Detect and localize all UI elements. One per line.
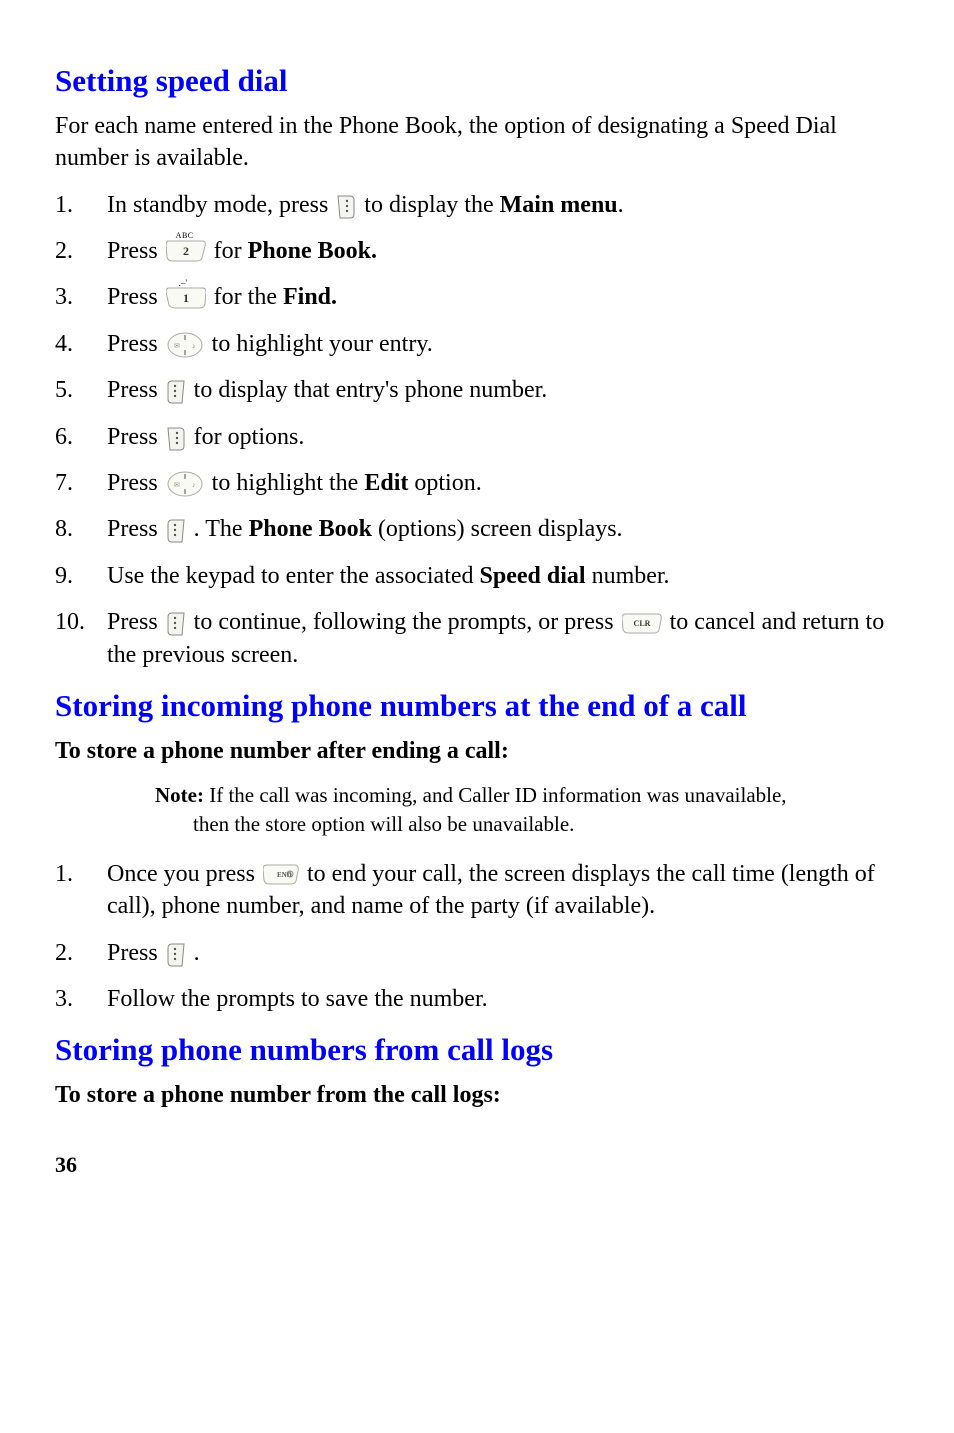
- step-text: to highlight the: [212, 470, 365, 496]
- section-heading: Storing incoming phone numbers at the en…: [55, 685, 904, 727]
- step-bold: Phone Book.: [248, 238, 377, 264]
- step-text: Press: [107, 424, 164, 450]
- list-item: 8. Press . The Phone Book (options) scre…: [55, 513, 904, 545]
- step-text: option.: [408, 470, 481, 496]
- note-label: Note:: [155, 783, 204, 807]
- step-number: 2.: [55, 235, 107, 267]
- step-text: to display the: [364, 192, 499, 218]
- step-text: to continue, following the prompts, or p…: [194, 609, 620, 635]
- step-number: 4.: [55, 328, 107, 360]
- step-text: Press: [107, 609, 164, 635]
- step-text: for options.: [194, 424, 305, 450]
- step-text: to display that entry's phone number.: [194, 377, 548, 403]
- step-number: 8.: [55, 513, 107, 545]
- list-item: 9. Use the keypad to enter the associate…: [55, 560, 904, 592]
- soft-key-right-icon: [166, 518, 186, 543]
- step-text: Use the keypad to enter the associated: [107, 563, 480, 589]
- list-item: 3. Press .–' for the Find.: [55, 281, 904, 313]
- end-key-icon: [263, 863, 299, 887]
- keypad-1-icon: .–': [166, 286, 206, 312]
- step-number: 1.: [55, 858, 107, 890]
- step-number: 3.: [55, 281, 107, 313]
- step-text: Press: [107, 331, 158, 357]
- step-bold: Main menu: [500, 192, 618, 218]
- soft-key-right-icon: [166, 611, 186, 636]
- step-bold: Find.: [283, 284, 337, 310]
- section-heading: Storing phone numbers from call logs: [55, 1029, 904, 1071]
- list-item: 2. Press .: [55, 937, 904, 969]
- step-text: Once you press: [107, 861, 261, 887]
- soft-key-left-icon: [166, 426, 186, 451]
- intro-text: For each name entered in the Phone Book,…: [55, 110, 904, 175]
- list-item: 6. Press for options.: [55, 421, 904, 453]
- list-item: 5. Press to display that entry's phone n…: [55, 374, 904, 406]
- step-text: Follow the prompts to save the number.: [107, 986, 488, 1012]
- note-text: then the store option will also be unava…: [193, 810, 904, 838]
- step-number: 1.: [55, 189, 107, 221]
- navigation-key-icon: [166, 331, 204, 359]
- sub-heading: To store a phone number from the call lo…: [55, 1079, 904, 1111]
- step-bold: Phone Book: [249, 516, 372, 542]
- list-item: 1. Once you press to end your call, the …: [55, 858, 904, 923]
- step-number: 9.: [55, 560, 107, 592]
- step-text: .: [618, 192, 624, 218]
- section-heading: Setting speed dial: [55, 60, 904, 102]
- step-text: (options) screen displays.: [372, 516, 623, 542]
- page-number: 36: [55, 1150, 904, 1180]
- step-number: 10.: [55, 606, 107, 638]
- step-text: In standby mode, press: [107, 192, 334, 218]
- sub-heading: To store a phone number after ending a c…: [55, 735, 904, 767]
- step-text: Press: [107, 238, 158, 264]
- keypad-2-icon: ABC: [166, 240, 206, 266]
- steps-list-2: 1. Once you press to end your call, the …: [55, 858, 904, 1016]
- step-bold: Edit: [364, 470, 408, 496]
- list-item: 2. Press ABC for Phone Book.: [55, 235, 904, 267]
- soft-key-left-icon: [336, 194, 356, 219]
- step-text: for the: [214, 284, 283, 310]
- step-number: 3.: [55, 983, 107, 1015]
- step-text: Press: [107, 516, 164, 542]
- step-text: .: [194, 940, 200, 966]
- list-item: 10. Press to continue, following the pro…: [55, 606, 904, 671]
- step-bold: Speed dial: [480, 563, 586, 589]
- note-block: Note: If the call was incoming, and Call…: [155, 781, 904, 838]
- soft-key-right-icon: [166, 942, 186, 967]
- step-text: Press: [107, 470, 158, 496]
- step-text: number.: [586, 563, 670, 589]
- step-text: Press: [107, 377, 164, 403]
- step-number: 2.: [55, 937, 107, 969]
- step-number: 6.: [55, 421, 107, 453]
- clr-key-icon: [622, 612, 662, 636]
- list-item: 1. In standby mode, press to display the…: [55, 189, 904, 221]
- step-number: 7.: [55, 467, 107, 499]
- list-item: 7. Press to highlight the Edit option.: [55, 467, 904, 499]
- navigation-key-icon: [166, 470, 204, 498]
- step-text: . The: [194, 516, 249, 542]
- step-text: for: [214, 238, 248, 264]
- note-text: If the call was incoming, and Caller ID …: [204, 783, 787, 807]
- list-item: 4. Press to highlight your entry.: [55, 328, 904, 360]
- soft-key-right-icon: [166, 379, 186, 404]
- step-text: Press: [107, 284, 164, 310]
- steps-list-1: 1. In standby mode, press to display the…: [55, 189, 904, 671]
- list-item: 3. Follow the prompts to save the number…: [55, 983, 904, 1015]
- step-text: to highlight your entry.: [212, 331, 433, 357]
- step-text: Press: [107, 940, 164, 966]
- step-number: 5.: [55, 374, 107, 406]
